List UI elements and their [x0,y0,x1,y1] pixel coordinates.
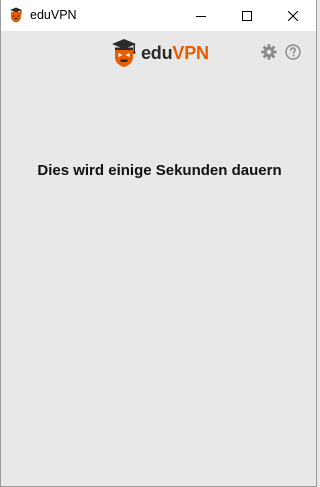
eduvpn-logo-icon [112,39,136,67]
logo-text-vpn: VPN [172,43,209,63]
maximize-icon [242,10,252,21]
minimize-icon [196,15,206,17]
minimize-button[interactable] [178,0,224,31]
eduvpn-app-icon [10,7,22,23]
maximize-button[interactable] [224,0,270,31]
gear-icon[interactable] [261,44,277,60]
app-window: eduVPN eduVPN Dies wird einige Sekunden … [0,0,317,487]
window-title: eduVPN [30,8,77,22]
loading-message: Dies wird einige Sekunden dauern [37,162,282,179]
logo-text-edu: edu [141,43,173,63]
close-button[interactable] [270,0,316,31]
question-circle-icon[interactable] [285,44,301,60]
eduvpn-logo: eduVPN [111,38,209,68]
title-bar[interactable]: eduVPN [1,0,316,31]
logo-text: eduVPN [141,38,209,68]
close-icon [288,10,298,21]
